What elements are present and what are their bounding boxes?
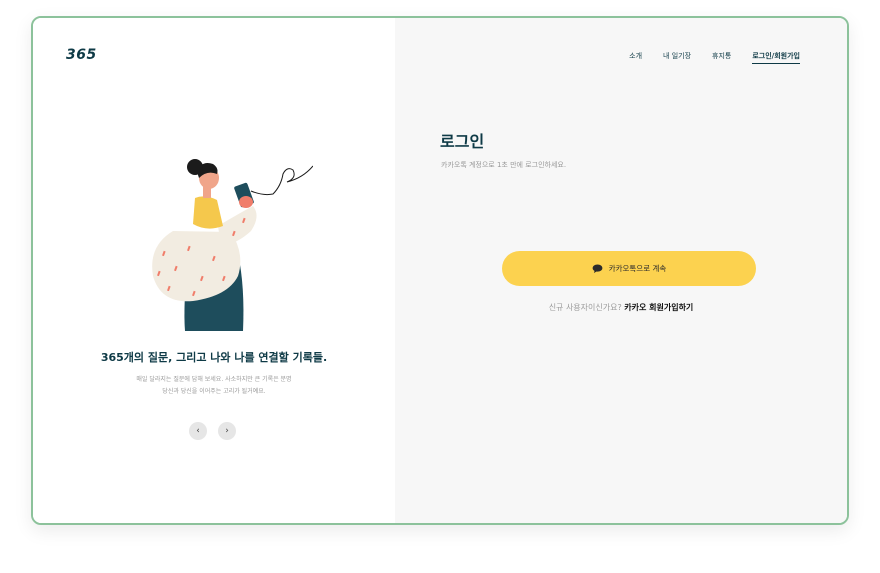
chevron-left-icon: ‹ bbox=[196, 426, 200, 436]
person-with-phone-illustration bbox=[152, 159, 313, 331]
chevron-right-icon: › bbox=[225, 426, 229, 436]
top-nav: 소개 내 일기장 휴지통 로그인/회원가입 bbox=[629, 51, 800, 64]
signup-prompt: 신규 사용자이신가요? bbox=[548, 303, 622, 312]
kakao-signup-link[interactable]: 카카오 회원가입하기 bbox=[624, 303, 693, 312]
nav-item-about[interactable]: 소개 bbox=[629, 51, 642, 64]
carousel-next-button[interactable]: › bbox=[218, 422, 236, 440]
intro-panel: 365 365개의 질문, 그리고 나와 나를 연결할 기록들. 매일 달라지는… bbox=[33, 18, 395, 523]
nav-item-login-signup[interactable]: 로그인/회원가입 bbox=[752, 51, 800, 64]
login-subtitle: 카카오톡 계정으로 1초 만에 로그인하세요. bbox=[441, 161, 567, 169]
speech-bubble-icon bbox=[592, 264, 603, 273]
intro-tagline: 365개의 질문, 그리고 나와 나를 연결할 기록들. bbox=[100, 351, 328, 364]
intro-description: 매일 달라지는 질문에 답해 보세요. 사소하지만 큰 기록은 분명 당신과 당… bbox=[33, 374, 395, 398]
nav-item-trash[interactable]: 휴지통 bbox=[712, 51, 731, 64]
kakao-login-button[interactable]: 카카오톡으로 계속 bbox=[502, 251, 756, 286]
intro-desc-line-1: 매일 달라지는 질문에 답해 보세요. 사소하지만 큰 기록은 분명 bbox=[136, 376, 292, 383]
intro-desc-line-2: 당신과 당신을 이어주는 고리가 될거예요. bbox=[162, 388, 266, 395]
carousel-prev-button[interactable]: ‹ bbox=[189, 422, 207, 440]
app-frame: 365 365개의 질문, 그리고 나와 나를 연결할 기록들. 매일 달라지는… bbox=[31, 16, 849, 525]
signup-row: 신규 사용자이신가요? 카카오 회원가입하기 bbox=[395, 302, 847, 313]
kakao-login-label: 카카오톡으로 계속 bbox=[608, 264, 667, 273]
carousel-controls: ‹ › bbox=[189, 422, 236, 440]
logo[interactable]: 365 bbox=[66, 47, 97, 63]
login-title: 로그인 bbox=[440, 132, 485, 151]
login-panel: 소개 내 일기장 휴지통 로그인/회원가입 로그인 카카오톡 계정으로 1초 만… bbox=[395, 18, 847, 523]
nav-item-diary[interactable]: 내 일기장 bbox=[663, 51, 691, 64]
